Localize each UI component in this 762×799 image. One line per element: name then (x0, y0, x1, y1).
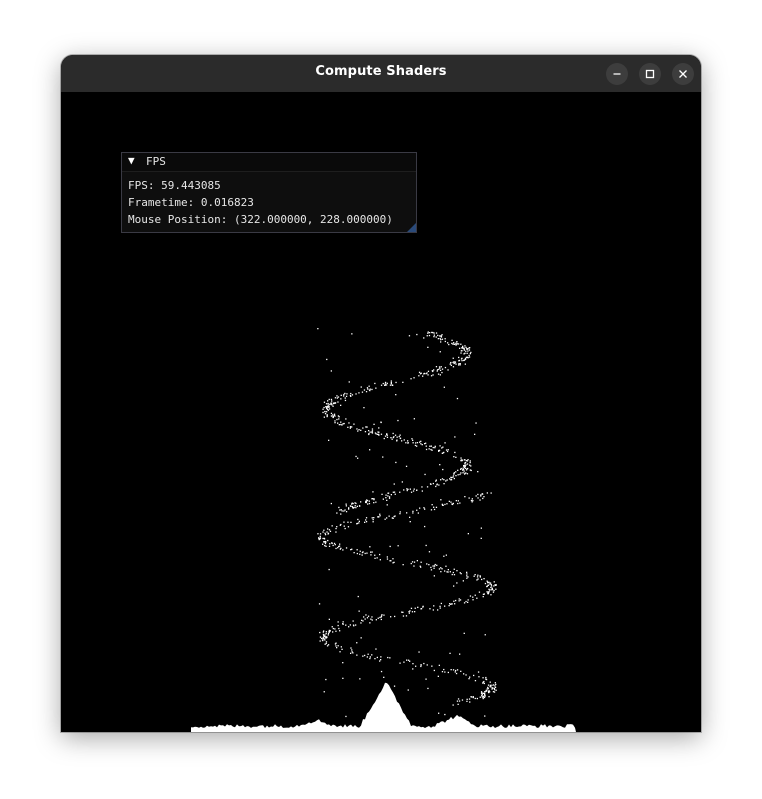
render-canvas[interactable]: ▼ FPS FPS: 59.443085 Frametime: 0.016823… (61, 92, 701, 732)
fps-panel-title: FPS (146, 155, 166, 168)
minimize-button[interactable] (606, 63, 628, 85)
mouse-position-readout: Mouse Position: (322.000000, 228.000000) (128, 213, 393, 226)
collapse-arrow-icon[interactable]: ▼ (128, 154, 135, 167)
minimize-icon (613, 73, 621, 75)
close-button[interactable] (672, 63, 694, 85)
fps-panel[interactable]: ▼ FPS FPS: 59.443085 Frametime: 0.016823… (121, 152, 417, 233)
resize-grip[interactable] (407, 223, 416, 232)
close-icon (679, 70, 687, 78)
window-titlebar[interactable]: Compute Shaders (61, 55, 701, 93)
maximize-icon (645, 69, 655, 79)
fps-readout: FPS: 59.443085 (128, 179, 221, 192)
particle-pile (191, 682, 576, 732)
fps-panel-titlebar[interactable]: ▼ FPS (122, 153, 416, 172)
window-title: Compute Shaders (315, 64, 447, 79)
desktop: Compute Shaders ▼ FPS FPS: 59.443085 Fra… (0, 0, 762, 799)
particle-cloud (317, 328, 497, 719)
maximize-button[interactable] (639, 63, 661, 85)
frametime-readout: Frametime: 0.016823 (128, 196, 254, 209)
app-window: Compute Shaders ▼ FPS FPS: 59.443085 Fra… (61, 55, 701, 732)
